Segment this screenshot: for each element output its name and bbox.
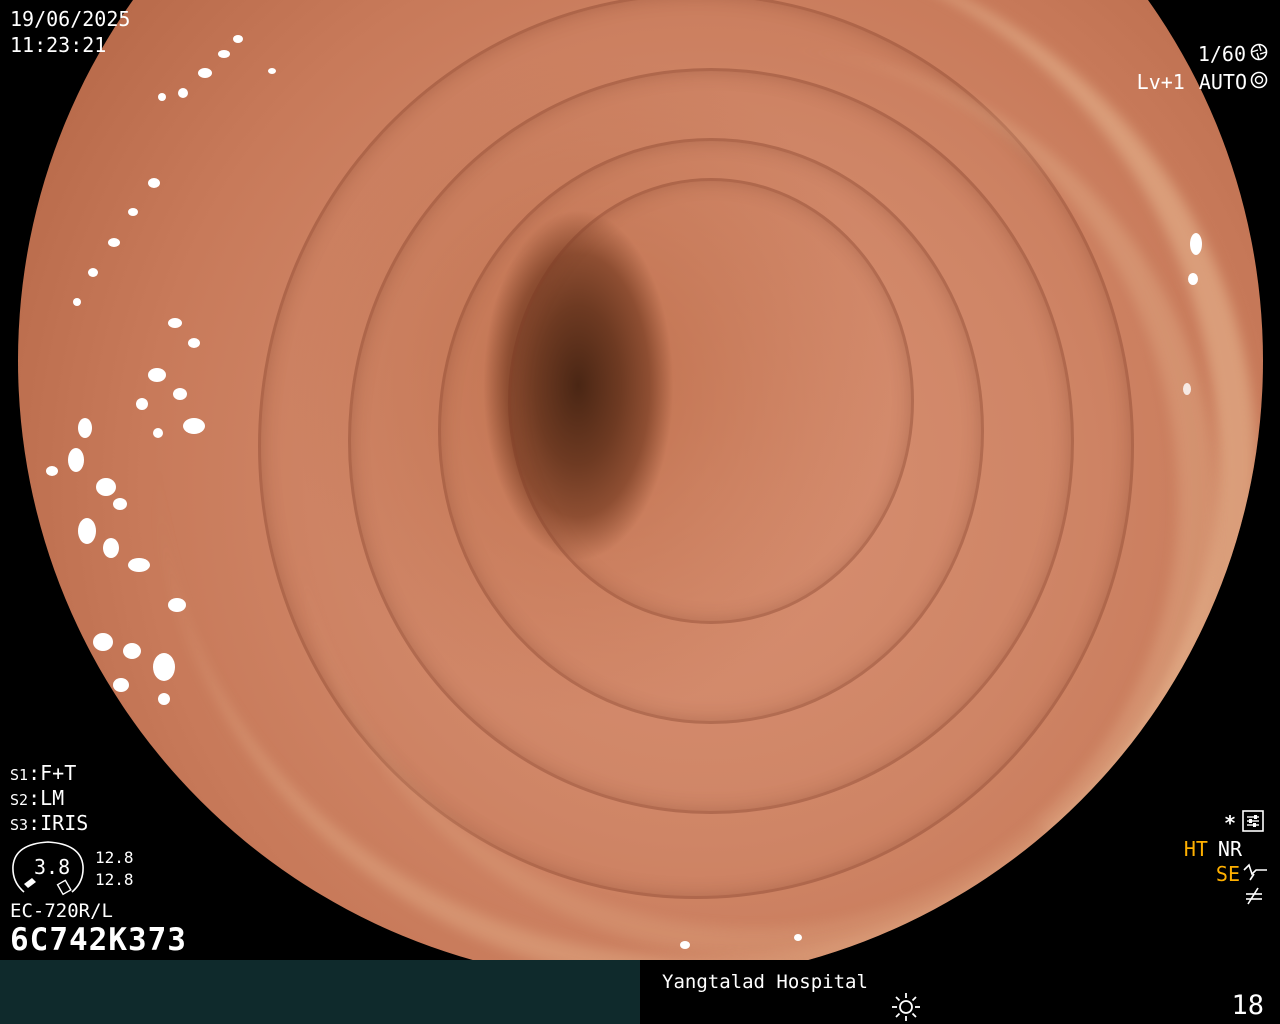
specular-glare [158,93,166,101]
specular-glare [58,618,76,640]
specular-glare [128,208,138,216]
status-row-1: * [1224,810,1264,836]
specular-glare [1188,273,1198,285]
specular-glare [108,238,120,247]
shutter-value: 1/60 [1197,42,1246,66]
specular-glare [173,388,187,400]
specular-glare [218,50,230,58]
gauge-reading-top: 12.8 [95,848,134,867]
specular-glare [168,598,186,612]
auto-mode-icon [1250,71,1268,93]
gauge-reading-bottom: 12.8 [95,870,134,889]
footer-right-panel: Yangtalad Hospital 18 [641,960,1280,1024]
specular-glare [73,298,81,306]
specular-glare [794,934,802,941]
setting-key: S2 [10,791,29,809]
setting-s1: S1 : F+T [10,761,77,785]
setting-s2: S2 : LM [10,786,65,810]
setting-s3: S3 : IRIS [10,811,89,835]
endoscopic-image [18,0,1263,983]
specular-glare [113,678,129,692]
exposure-mode-label: AUTO [1198,70,1247,94]
setting-value: IRIS [40,811,89,835]
specular-glare [233,35,243,43]
scope-serial: 6C742K373 [10,922,187,958]
gauge-value: 3.8 [34,855,71,879]
level-value: Lv+1 [1136,70,1185,94]
specular-glare [153,653,175,681]
setting-key: S1 [10,766,29,784]
star-indicator: * [1223,811,1236,835]
exposure-mode: AUTO [1199,70,1268,94]
specular-glare [268,68,276,74]
setting-value: F+T [40,761,77,785]
specular-glare [188,338,200,348]
ht-indicator: HT [1183,837,1208,861]
scope-model: EC-720R/L [10,900,113,922]
aperture-icon [1250,43,1268,65]
status-row-3: SE [1216,862,1268,886]
setting-value: LM [40,786,65,810]
specular-glare [158,693,170,705]
specular-glare [103,538,119,558]
nr-indicator: NR [1217,837,1242,861]
specular-glare [78,518,96,544]
footer-left-panel [0,960,640,1024]
exposure-indicator: Lv+1 AUTO [1137,70,1268,94]
date-readout: 19/06/2025 [10,7,131,31]
specular-glare [148,368,166,382]
specular-glare [113,498,127,510]
light-reflection-band [298,48,1216,956]
specular-glare [153,428,163,438]
setting-key: S3 [10,816,29,834]
specular-glare [168,318,182,328]
specular-glare [178,88,188,98]
specular-glare [198,68,212,78]
specular-glare [96,478,116,496]
specular-glare [183,418,205,434]
image-counter: 18 [1231,990,1264,1021]
time-readout: 11:23:21 [10,33,107,57]
endoscopy-screen: 19/06/2025 11:23:21 1/60 Lv+1 AUTO S1 : … [0,0,1280,1024]
se-indicator: SE [1215,862,1240,886]
specular-glare [58,688,70,706]
specular-glare [128,558,150,572]
hospital-name: Yangtalad Hospital [662,971,868,993]
structure-enhance-icon [1242,862,1268,886]
specular-glare [78,418,92,438]
specular-glare [1190,233,1202,255]
specular-glare [148,178,160,188]
specular-glare [73,663,87,677]
specular-glare [93,633,113,651]
specular-glare [1183,383,1191,395]
shutter-indicator: 1/60 [1198,42,1268,66]
specular-glare [68,448,84,472]
sun-icon [891,992,921,1024]
specular-glare [680,941,690,949]
specular-glare [123,643,141,659]
status-row-2: HT NR [1184,837,1242,861]
settings-sliders-icon [1242,810,1264,836]
footer-bar: Yangtalad Hospital 18 [0,960,1280,1024]
specular-glare [88,268,98,277]
specular-glare [136,398,148,410]
specular-glare [46,466,58,476]
color-mode-icon [1244,886,1264,910]
